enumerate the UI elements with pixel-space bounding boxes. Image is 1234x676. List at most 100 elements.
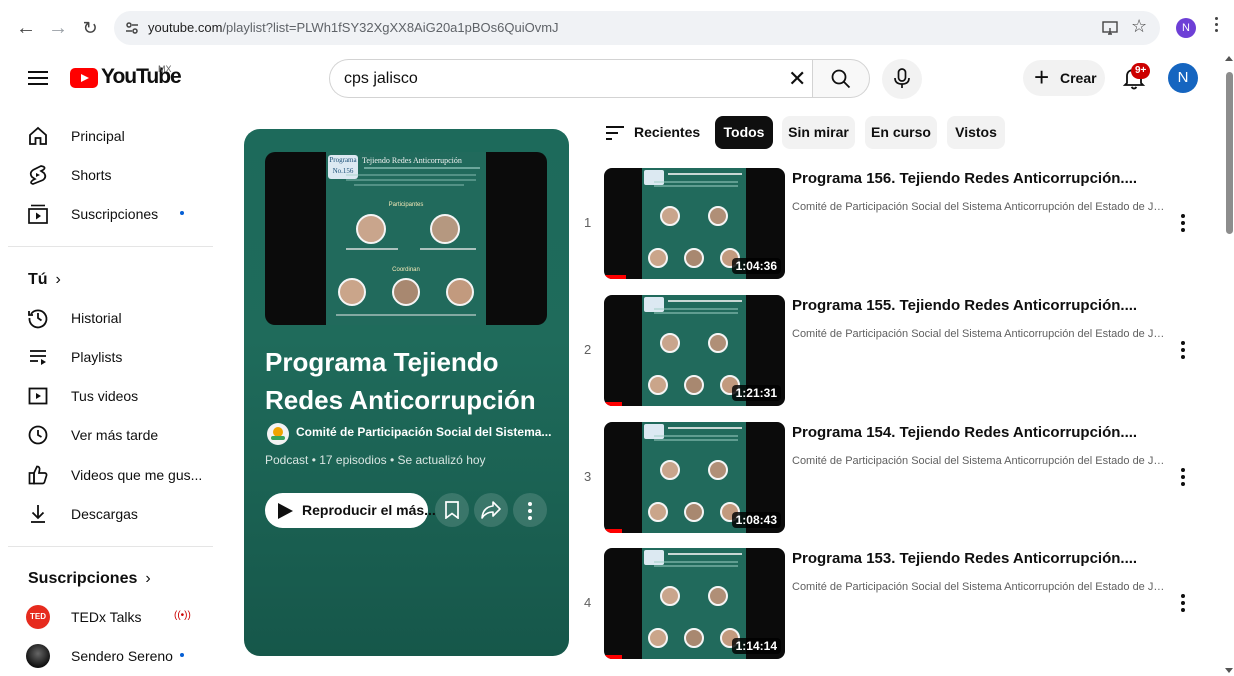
playlist-title: Programa Tejiendo Redes Anticorrupción — [265, 347, 536, 415]
video-thumbnail[interactable]: 1:21:31 — [604, 295, 785, 406]
video-thumbnail[interactable]: 1:04:36 — [604, 168, 785, 279]
notification-badge: 9+ — [1131, 63, 1151, 79]
playlist-thumbnail[interactable]: Programa No.156 Tejiendo Redes Anticorrup… — [265, 152, 547, 325]
new-content-dot — [180, 653, 184, 657]
more-vertical-icon[interactable] — [1178, 214, 1188, 236]
save-playlist-button[interactable] — [435, 493, 469, 527]
video-channel-name[interactable]: Comité de Participación Social del Siste… — [792, 455, 1168, 467]
video-channel-name[interactable]: Comité de Participación Social del Siste… — [792, 328, 1168, 340]
chevron-right-icon: › — [55, 271, 61, 288]
scrollbar-thumb[interactable] — [1226, 72, 1233, 234]
reload-icon[interactable]: ↻ — [78, 16, 102, 40]
back-icon[interactable]: ← — [14, 16, 38, 40]
address-bar[interactable]: youtube.com/playlist?list=PLWh1fSY32XgXX… — [114, 11, 1160, 45]
chip-en-curso[interactable]: En curso — [865, 116, 937, 149]
playlist-more-button[interactable] — [513, 493, 547, 527]
more-vertical-icon[interactable] — [1178, 341, 1188, 363]
chip-vistos[interactable]: Vistos — [947, 116, 1005, 149]
more-vertical-icon[interactable] — [1178, 594, 1188, 616]
clear-search-icon[interactable]: ✕ — [788, 66, 806, 92]
hamburger-menu-icon[interactable] — [28, 68, 48, 88]
sort-icon — [606, 126, 624, 140]
search-button[interactable] — [812, 59, 870, 98]
playlist-meta: Podcast • 17 episodios • Se actualizó ho… — [265, 453, 486, 467]
play-latest-button[interactable]: Reproducir el más... — [265, 493, 436, 528]
liked-icon — [28, 465, 48, 485]
video-index: 3 — [584, 469, 592, 484]
video-index: 1 — [584, 215, 592, 230]
sort-label: Recientes — [634, 124, 701, 140]
search-value: cps jalisco — [344, 70, 418, 87]
video-channel-name[interactable]: Comité de Participación Social del Siste… — [792, 581, 1168, 593]
sidebar-item-ver-mas-tarde[interactable]: Ver más tarde — [14, 415, 214, 455]
sidebar-item-label: Suscripciones — [71, 206, 159, 222]
sidebar-subscriptions-heading[interactable]: Suscripciones › — [28, 570, 151, 588]
sidebar-item-sendero-sereno[interactable]: Sendero Sereno — [14, 636, 214, 676]
sidebar-item-tedx-talks[interactable]: TED TEDx Talks ((•)) — [14, 597, 214, 637]
video-channel-name[interactable]: Comité de Participación Social del Siste… — [792, 201, 1168, 213]
profile-avatar[interactable]: N — [1176, 18, 1196, 38]
sidebar-item-label: Historial — [71, 310, 122, 326]
video-thumbnail[interactable]: 1:08:43 — [604, 422, 785, 533]
sidebar-item-label: Principal — [71, 128, 125, 144]
youtube-play-icon — [70, 68, 98, 88]
playlist-video-row[interactable]: 1 1:04:36 Programa 156. Tejiendo Redes Ant… — [578, 168, 1203, 281]
sidebar-item-descargas[interactable]: Descargas — [14, 494, 214, 534]
program-poster — [642, 422, 746, 533]
playlist-owner-link[interactable]: Comité de Participación Social del Siste… — [296, 425, 551, 439]
sidebar-item-playlists[interactable]: Playlists — [14, 337, 214, 377]
video-title[interactable]: Programa 153. Tejiendo Redes Anticorrupc… — [792, 550, 1137, 567]
more-vertical-icon[interactable] — [1178, 468, 1188, 490]
playlist-video-row[interactable]: 2 1:21:31 Programa 155. Tejiendo Redes Ant… — [578, 295, 1203, 408]
account-avatar[interactable]: N — [1168, 63, 1198, 93]
scroll-up-arrow-icon[interactable] — [1225, 56, 1233, 61]
sidebar-item-label: Shorts — [71, 167, 112, 183]
video-title[interactable]: Programa 156. Tejiendo Redes Anticorrupc… — [792, 170, 1137, 187]
channel-avatar[interactable] — [267, 423, 289, 445]
sidebar-item-tus-videos[interactable]: Tus videos — [14, 376, 214, 416]
shorts-icon — [29, 165, 47, 185]
search-input[interactable]: cps jalisco — [329, 59, 812, 98]
playlist-video-row[interactable]: 3 1:08:43 Programa 154. Tejiendo Redes Ant… — [578, 422, 1203, 535]
new-content-dot — [180, 211, 184, 215]
live-indicator-icon: ((•)) — [174, 610, 191, 621]
sidebar-item-shorts[interactable]: Shorts — [14, 155, 214, 195]
video-title[interactable]: Programa 154. Tejiendo Redes Anticorrupc… — [792, 424, 1137, 441]
more-vertical-icon — [528, 502, 532, 520]
sendero-avatar — [26, 644, 50, 668]
playlists-icon — [30, 350, 46, 365]
scroll-down-arrow-icon[interactable] — [1225, 668, 1233, 673]
create-button[interactable]: + Crear — [1023, 60, 1105, 96]
sidebar-item-principal[interactable]: Principal — [14, 116, 214, 156]
share-button[interactable] — [474, 493, 508, 527]
voice-search-button[interactable] — [882, 59, 922, 99]
sidebar-item-label: Tus videos — [71, 388, 139, 404]
video-duration: 1:08:43 — [731, 512, 781, 528]
sidebar-item-label: Videos que me gus... — [71, 467, 203, 483]
sidebar-item-suscripciones[interactable]: Suscripciones — [14, 194, 214, 234]
video-title[interactable]: Programa 155. Tejiendo Redes Anticorrupc… — [792, 297, 1137, 314]
sidebar-item-label: Playlists — [71, 349, 123, 365]
chip-todos[interactable]: Todos — [715, 116, 773, 149]
video-thumbnail[interactable]: 1:14:14 — [604, 548, 785, 659]
sidebar-you-heading[interactable]: Tú › — [28, 271, 61, 289]
bookmark-star-icon[interactable]: ☆ — [1131, 16, 1147, 37]
cast-icon[interactable] — [1102, 20, 1118, 36]
video-index: 4 — [584, 595, 592, 610]
browser-menu-icon[interactable] — [1213, 17, 1219, 32]
search-icon — [831, 69, 851, 89]
country-code: MX — [158, 64, 172, 74]
sidebar-item-label: Ver más tarde — [71, 427, 159, 443]
site-settings-icon[interactable] — [124, 20, 140, 36]
watch-progress-bar — [604, 402, 623, 406]
sidebar-item-historial[interactable]: Historial — [14, 298, 214, 338]
forward-icon[interactable]: → — [46, 16, 70, 40]
browser-toolbar: ← → ↻ youtube.com/playlist?list=PLWh1fSY… — [0, 0, 1234, 56]
program-poster: Programa No.156 Tejiendo Redes Anticorrup… — [326, 152, 486, 325]
home-icon — [29, 126, 47, 145]
sidebar-divider — [8, 246, 213, 247]
plus-icon: + — [1034, 62, 1050, 92]
sidebar-item-videos-que-me-gustan[interactable]: Videos que me gus... — [14, 455, 214, 495]
playlist-video-row[interactable]: 4 1:14:14 Programa 153. Tejiendo Redes Ant… — [578, 548, 1203, 661]
chip-sin-mirar[interactable]: Sin mirar — [782, 116, 855, 149]
